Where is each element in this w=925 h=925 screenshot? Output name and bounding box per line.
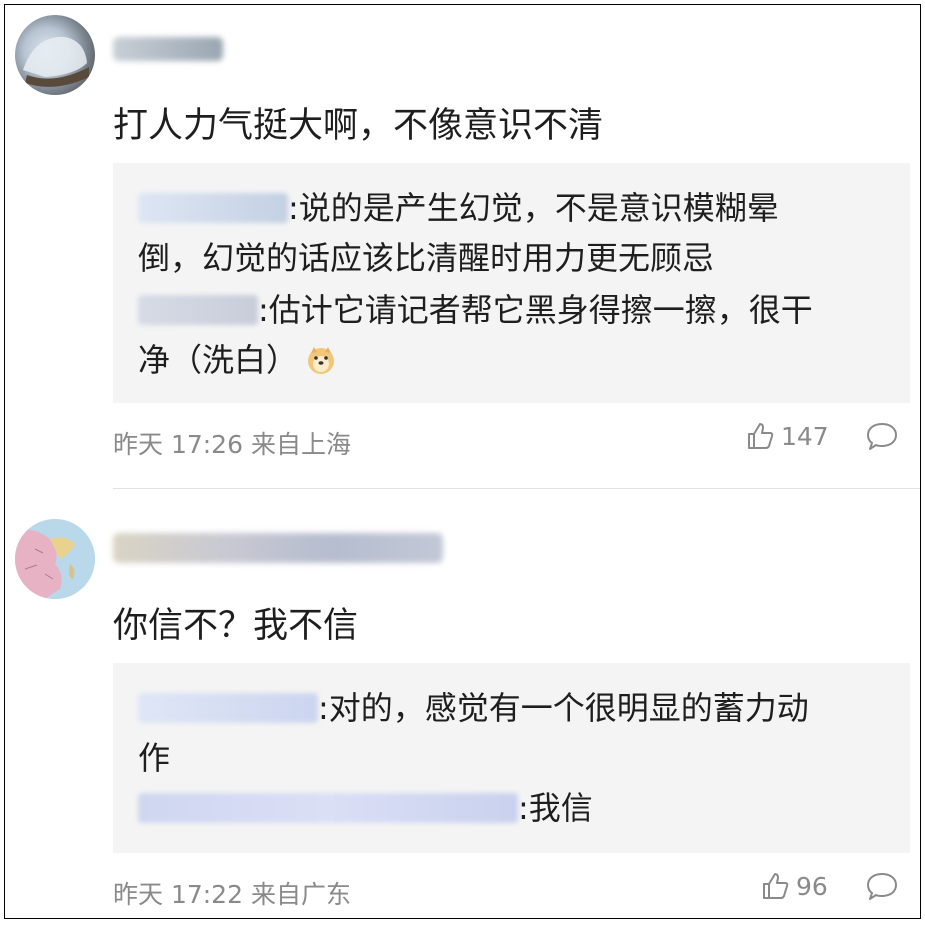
reply-item[interactable]: :说的是产生幻觉，不是意识模糊晕 倒，幻觉的话应该比清醒时用力更无顾忌 <box>138 183 838 283</box>
comment-meta: 昨天 17:22 来自广东 <box>113 880 351 909</box>
comment-item: 打人力气挺大啊，不像意识不清 :说的是产生幻觉，不是意识模糊晕 倒，幻觉的话应该… <box>5 5 920 489</box>
comment-bubble-icon <box>867 423 897 450</box>
reply-username-blurred[interactable] <box>138 793 518 823</box>
map-image <box>15 519 95 599</box>
reply-text: :对的，感觉有一个很明显的蓄力动 <box>318 689 809 727</box>
reply-item[interactable]: :估计它请记者帮它黑身得擦一擦，很干 净（洗白） <box>138 285 838 385</box>
reply-box: :说的是产生幻觉，不是意识模糊晕 倒，幻觉的话应该比清醒时用力更无顾忌 :估计它… <box>113 163 910 403</box>
thumbs-up-icon <box>763 873 789 899</box>
like-count: 96 <box>796 871 828 901</box>
comment-text: 打人力气挺大啊，不像意识不清 <box>113 106 604 146</box>
username-blurred[interactable] <box>113 533 443 563</box>
reply-button[interactable] <box>865 871 899 907</box>
comment-item: 你信不？我不信 :对的，感觉有一个很明显的蓄力动 作 :我信 昨天 17:22 … <box>5 489 920 918</box>
reply-item[interactable]: :我信 <box>138 783 838 833</box>
reply-username-blurred[interactable] <box>138 295 258 325</box>
comment-meta: 昨天 17:26 来自上海 <box>113 430 351 459</box>
reply-box: :对的，感觉有一个很明显的蓄力动 作 :我信 <box>113 663 910 853</box>
reply-button[interactable] <box>865 421 899 457</box>
reply-username-blurred[interactable] <box>138 693 318 723</box>
avatar[interactable] <box>15 519 95 599</box>
reply-username-blurred[interactable] <box>138 193 288 223</box>
reply-text: :估计它请记者帮它黑身得擦一擦，很干 <box>258 291 813 329</box>
like-button[interactable]: 96 <box>760 871 828 901</box>
comment-feed: 打人力气挺大啊，不像意识不清 :说的是产生幻觉，不是意识模糊晕 倒，幻觉的话应该… <box>4 4 921 919</box>
reply-item[interactable]: :对的，感觉有一个很明显的蓄力动 作 <box>138 683 838 783</box>
sneaker-image <box>23 36 89 87</box>
comment-bubble-icon <box>867 873 897 900</box>
comment-text: 你信不？我不信 <box>113 606 359 646</box>
doge-emoji-icon <box>306 339 336 374</box>
reply-text-cont: 净（洗白） <box>138 341 299 379</box>
thumbs-up-icon <box>748 423 774 449</box>
reply-text: :我信 <box>518 789 593 827</box>
reply-text: :说的是产生幻觉，不是意识模糊晕 <box>288 189 779 227</box>
like-button[interactable]: 147 <box>745 421 829 451</box>
avatar[interactable] <box>15 15 95 95</box>
like-count: 147 <box>781 421 829 451</box>
reply-text-cont: 作 <box>138 739 171 777</box>
username-blurred[interactable] <box>113 37 223 61</box>
reply-text-cont: 倒，幻觉的话应该比清醒时用力更无顾忌 <box>138 239 715 277</box>
